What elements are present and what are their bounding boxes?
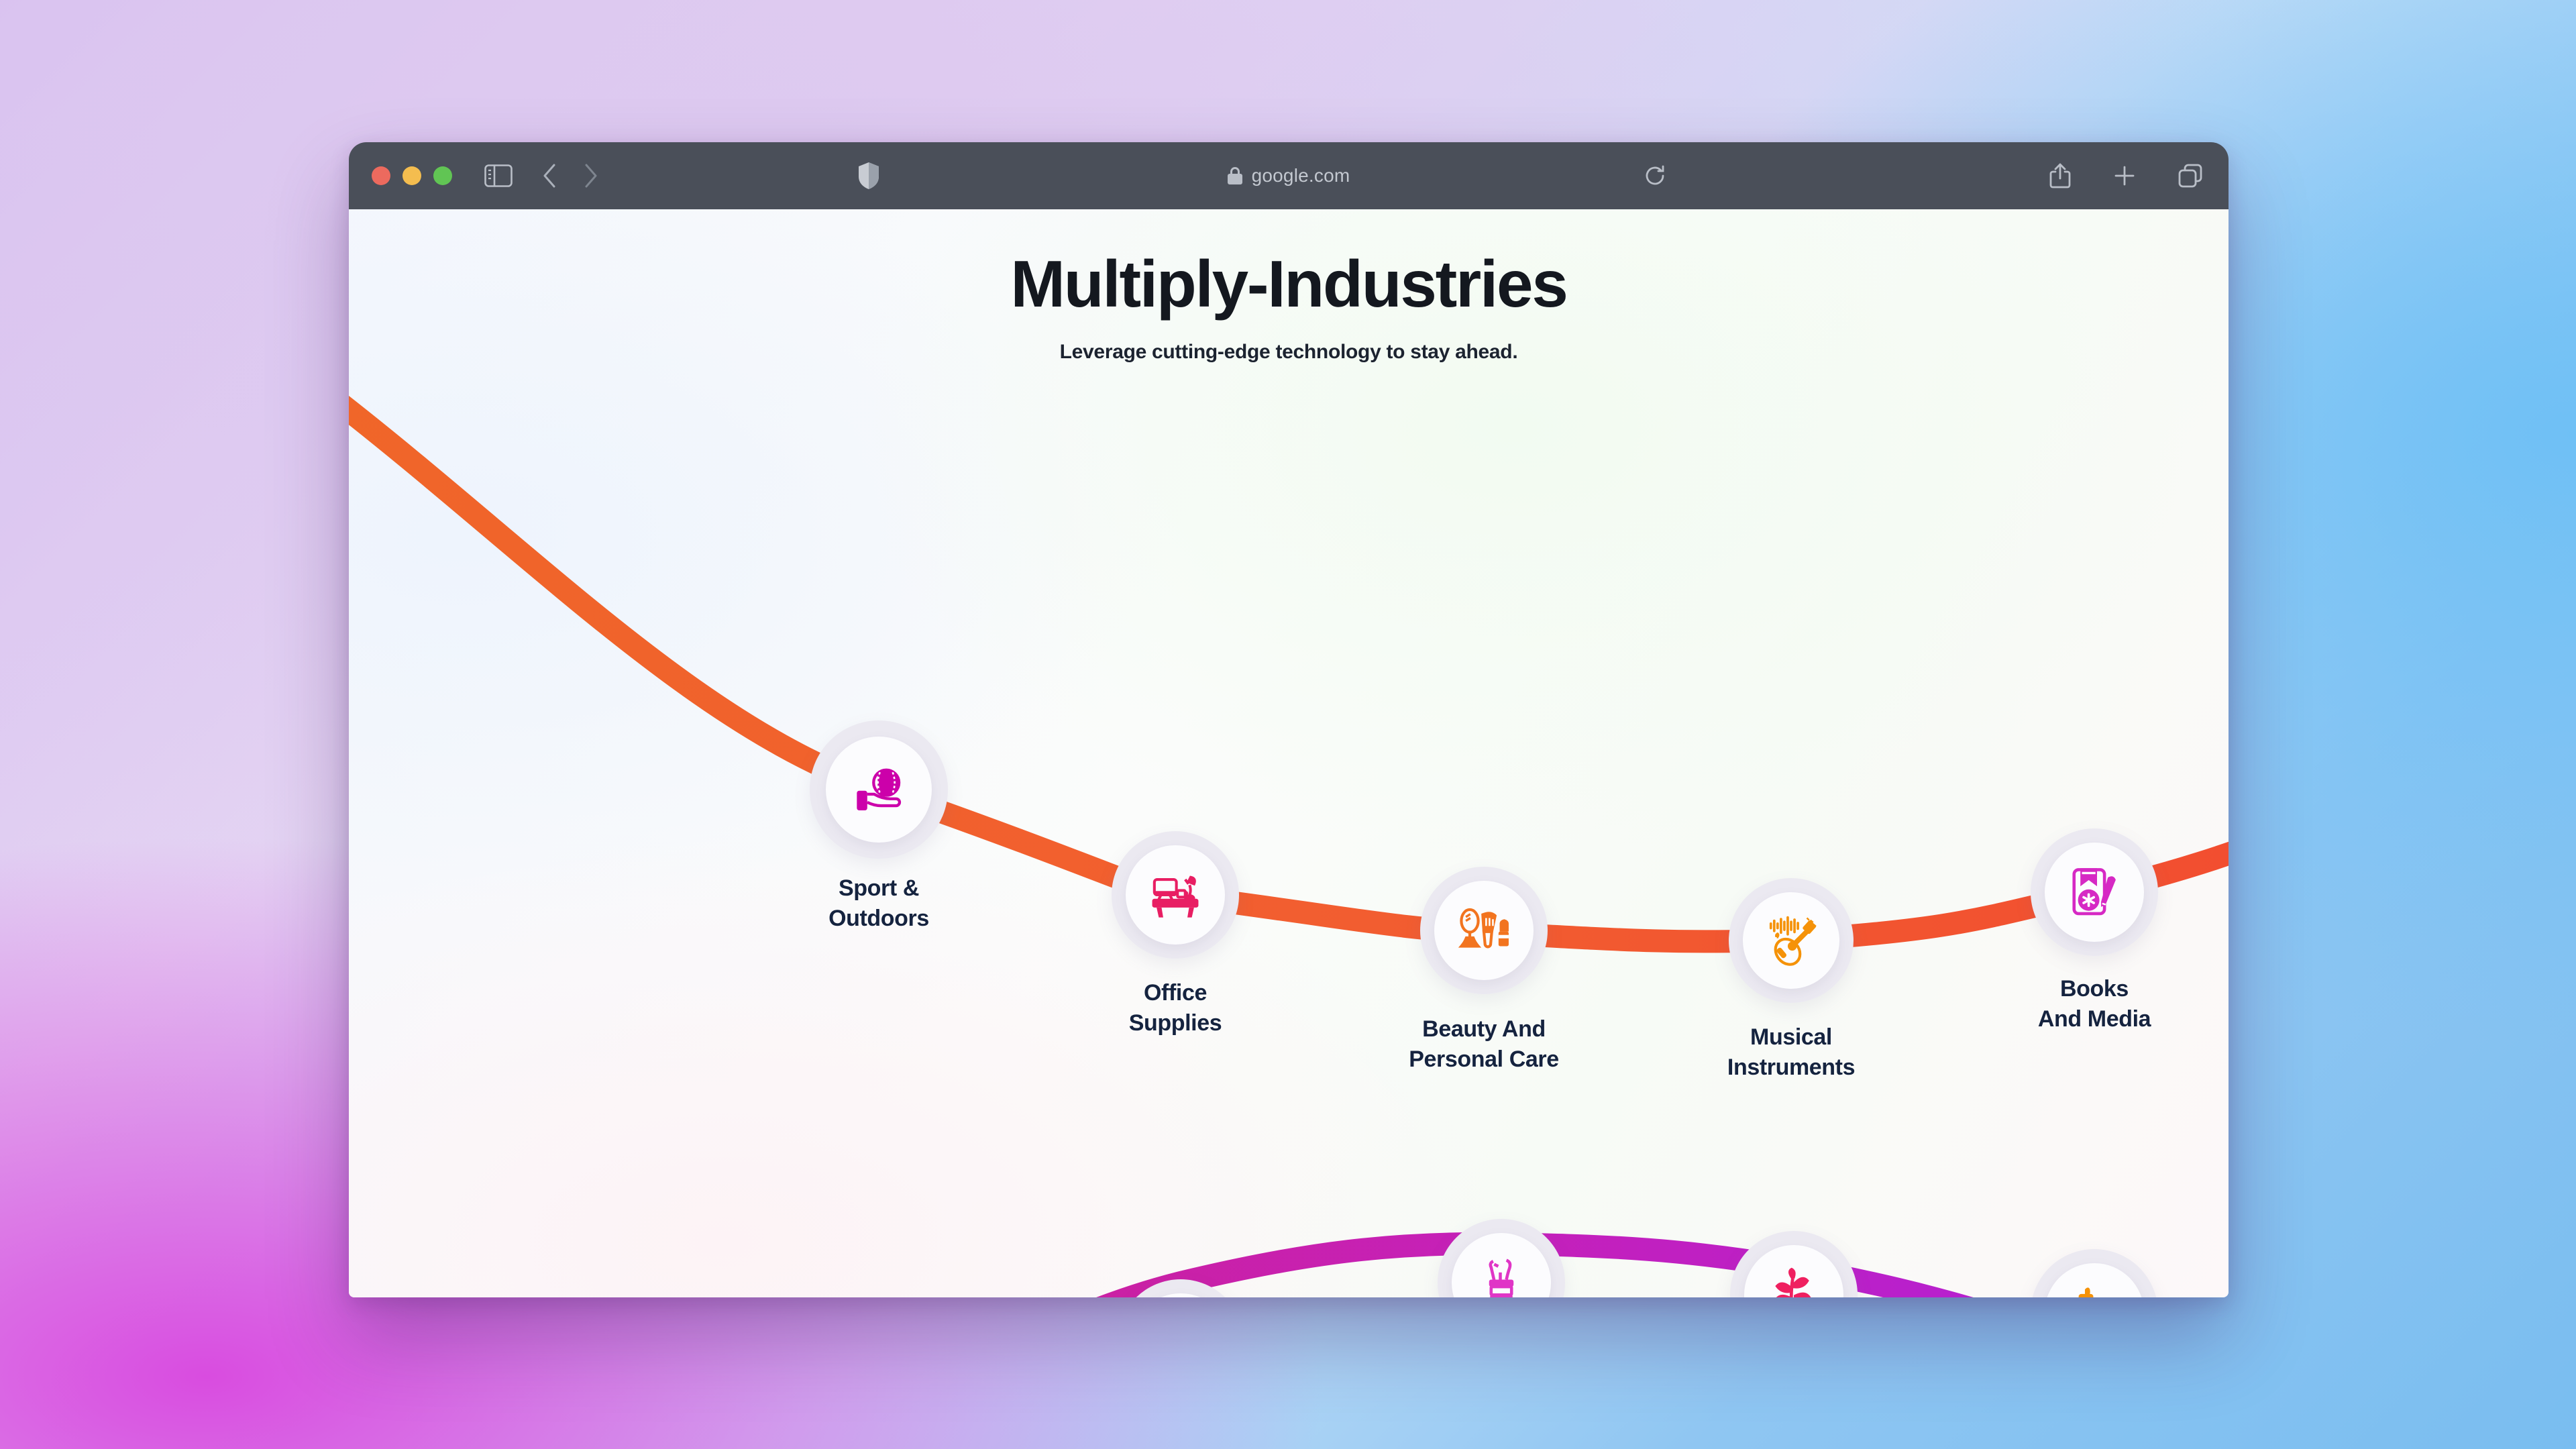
mirror-brush-lipstick-icon: [1456, 902, 1512, 959]
forward-chevron-icon[interactable]: [582, 162, 600, 189]
potted-plant-icon: [1767, 1265, 1821, 1297]
node-ring-outer: [1729, 878, 1854, 1003]
bottom-track-path: [1095, 1232, 1974, 1297]
node-ring-inner: [2045, 843, 2144, 942]
node-ring-outer: [810, 720, 948, 859]
node-ring-outer: [1117, 1279, 1244, 1297]
industry-node-label: Books And Media: [2037, 976, 2151, 1032]
industry-node[interactable]: [1730, 1231, 1858, 1297]
page-content: Multiply-Industries Leverage cutting-edg…: [349, 209, 2229, 1297]
back-chevron-icon[interactable]: [541, 162, 558, 189]
node-ring-outer: [1112, 831, 1239, 959]
zoom-button[interactable]: [433, 166, 452, 185]
top-track-path: [349, 396, 2229, 953]
desk-lamp-monitor-icon: [1148, 867, 1203, 922]
node-ring-outer: [1420, 867, 1548, 994]
node-ring-inner: [1126, 845, 1225, 945]
privacy-shield-icon[interactable]: [858, 162, 879, 190]
industry-node[interactable]: [2031, 1249, 2158, 1297]
book-pencil-icon: [2066, 864, 2123, 920]
tab-overview-icon[interactable]: [2178, 163, 2203, 189]
address-bar[interactable]: google.com: [349, 142, 2229, 209]
node-ring-inner: [2045, 1263, 2144, 1297]
node-ring-inner: [1744, 1245, 1843, 1297]
browser-titlebar: google.com: [349, 142, 2229, 209]
hand-holding-ball-icon: [850, 761, 908, 818]
titlebar-right-actions: [2049, 162, 2203, 189]
industry-node-label: Beauty And Personal Care: [1409, 1016, 1559, 1072]
navigation-buttons: [541, 162, 600, 189]
lock-icon: [1227, 167, 1242, 184]
industry-node-label: Sport & Outdoors: [828, 875, 929, 931]
industry-node-label: Musical Instruments: [1727, 1024, 1856, 1080]
node-ring-outer: [2031, 1249, 2158, 1297]
url-text: google.com: [1251, 165, 1350, 186]
node-ring-outer: [2031, 828, 2158, 956]
industry-node[interactable]: [810, 720, 948, 859]
traffic-lights: [372, 166, 452, 185]
minimize-button[interactable]: [402, 166, 421, 185]
industry-node[interactable]: [1112, 831, 1239, 959]
share-icon[interactable]: [2049, 162, 2072, 189]
node-ring-inner: [826, 737, 932, 843]
node-ring-outer: [1730, 1231, 1858, 1297]
plus-icon[interactable]: [2113, 164, 2136, 187]
tool-pot-icon: [1476, 1254, 1527, 1297]
node-ring-inner: [1131, 1293, 1230, 1297]
node-ring-inner: [1434, 881, 1534, 980]
node-ring-outer: [1438, 1219, 1565, 1297]
industry-node[interactable]: [1117, 1279, 1244, 1297]
industry-node[interactable]: [2031, 828, 2158, 956]
industry-node[interactable]: [1729, 878, 1854, 1003]
reload-icon[interactable]: [1643, 164, 1667, 188]
industry-node-label: Office Supplies: [1128, 980, 1222, 1036]
node-ring-inner: [1452, 1233, 1551, 1297]
food-bottles-orange-icon: [2068, 1283, 2121, 1297]
node-ring-inner: [1743, 892, 1839, 989]
industry-node[interactable]: [1420, 867, 1548, 994]
browser-window: google.com Multiply-Industries Leverage …: [349, 142, 2229, 1297]
industry-node[interactable]: [1438, 1219, 1565, 1297]
journey-track: [349, 396, 2229, 1297]
sidebar-toggle-icon[interactable]: [484, 164, 513, 187]
guitar-soundwave-icon: [1763, 912, 1819, 969]
close-button[interactable]: [372, 166, 390, 185]
